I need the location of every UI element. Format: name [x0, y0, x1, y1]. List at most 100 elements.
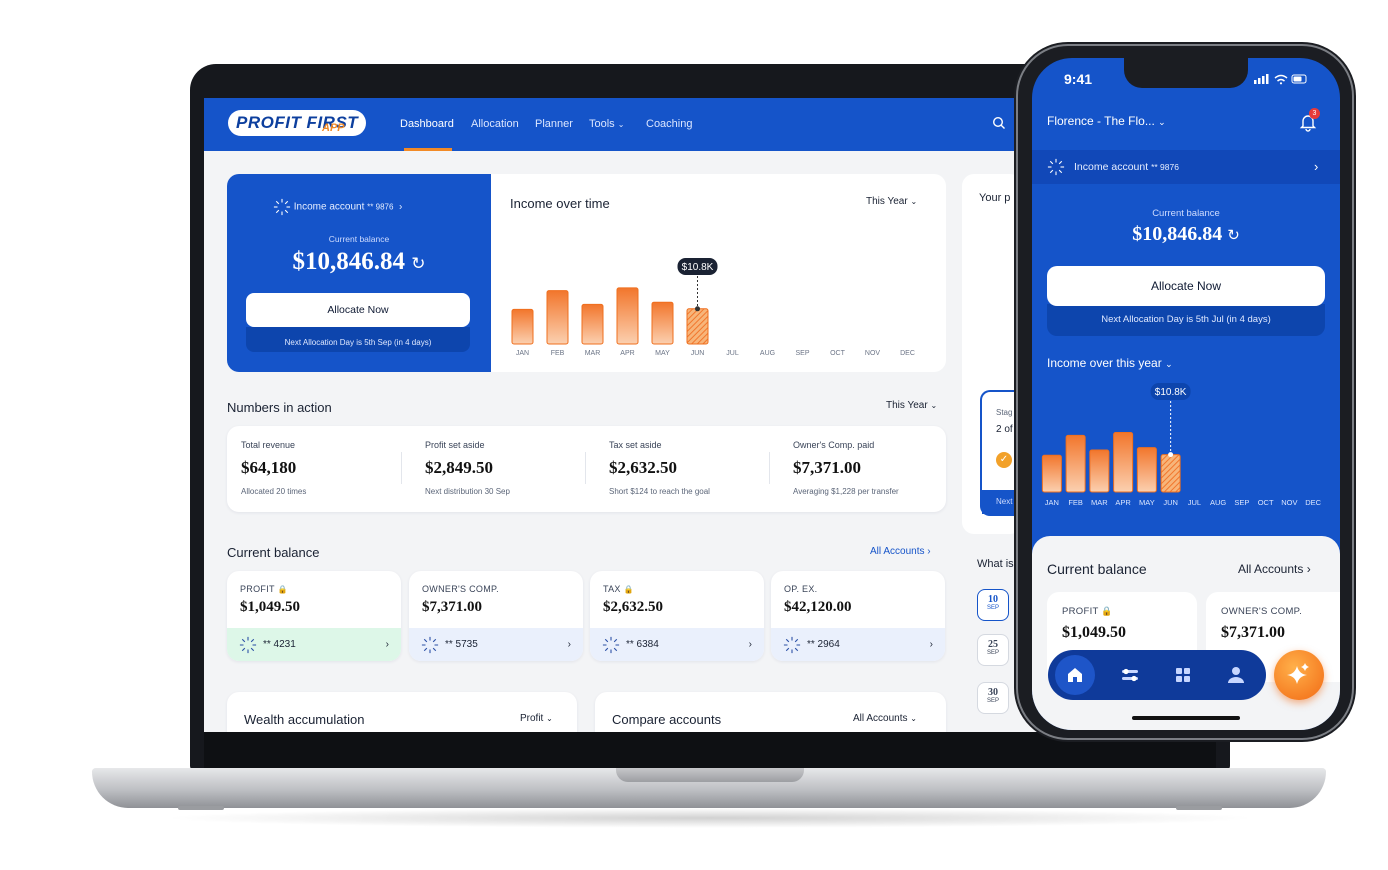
stat-label: Tax set aside	[609, 440, 662, 450]
next-allocation-note: Next Allocation Day is 5th Sep (in 4 day…	[246, 327, 470, 352]
date-month: SEP	[986, 650, 999, 656]
x-tick-label: APR	[1115, 498, 1131, 507]
nav-planner[interactable]: Planner	[535, 118, 573, 130]
account-footer[interactable]: ** 6384 ›	[590, 628, 764, 661]
tab-allocation[interactable]	[1110, 655, 1150, 695]
phone-allocate-now-button[interactable]: Allocate Now	[1047, 266, 1325, 306]
account-card[interactable]: PROFIT 🔒 $1,049.50 ** 4231 ›	[227, 571, 401, 661]
chevron-down-icon: ⌄	[910, 197, 918, 206]
date-day: 25	[988, 639, 998, 650]
nav-tools[interactable]: Tools ⌄	[589, 118, 624, 130]
chevron-down-icon: ⌄	[930, 401, 938, 410]
phone-chart-title: Income over this year	[1047, 356, 1162, 370]
account-footer[interactable]: ** 4231 ›	[227, 628, 401, 661]
refresh-icon[interactable]: ↻	[411, 254, 425, 274]
account-card[interactable]: OP. EX. $42,120.00 ** 2964 ›	[771, 571, 945, 661]
search-icon[interactable]	[992, 116, 1006, 130]
bar-jan[interactable]	[511, 308, 534, 345]
numbers-period-label: This Year	[886, 400, 928, 411]
account-card[interactable]: TAX 🔒 $2,632.50 ** 6384 ›	[590, 571, 764, 661]
allocate-now-button[interactable]: Allocate Now	[246, 293, 470, 327]
sunburst-icon	[602, 636, 620, 654]
x-tick-label: NOV	[1281, 498, 1297, 507]
account-balance: $1,049.50	[240, 599, 300, 615]
divider	[401, 452, 402, 484]
account-mask: ** 5735	[445, 639, 478, 650]
phone-all-accounts-link[interactable]: All Accounts ›	[1238, 562, 1311, 576]
lock-icon: 🔒	[623, 585, 634, 594]
chevron-down-icon: ⌄	[1158, 117, 1166, 127]
chevron-down-icon: ⌄	[910, 714, 917, 723]
sparkle-icon	[1287, 663, 1309, 684]
account-footer[interactable]: ** 5735 ›	[409, 628, 583, 661]
bar-jan[interactable]	[1041, 454, 1062, 493]
wealth-title: Wealth accumulation	[244, 712, 365, 727]
bar-mar[interactable]	[581, 303, 604, 345]
period-dropdown-label: This Year	[866, 196, 908, 207]
bar-apr[interactable]	[1113, 432, 1134, 493]
wealth-filter-dropdown[interactable]: Profit ⌄	[520, 713, 553, 724]
numbers-section-title: Numbers in action	[227, 400, 332, 415]
stat-sub: Short $124 to reach the goal	[609, 487, 710, 496]
bar-feb[interactable]	[1065, 434, 1086, 493]
lock-icon: 🔒	[1101, 607, 1113, 617]
account-footer[interactable]: ** 2964 ›	[771, 628, 945, 661]
tab-profile[interactable]	[1216, 655, 1256, 695]
sliders-icon	[1122, 668, 1138, 682]
home-icon	[1068, 668, 1082, 682]
phone-account-mask: ** 9876	[1151, 162, 1179, 172]
bar-may[interactable]	[1136, 447, 1157, 493]
sunburst-icon	[1047, 158, 1065, 176]
divider	[769, 452, 770, 484]
stat-sub: Next distribution 30 Sep	[425, 487, 510, 496]
bar-mar[interactable]	[1089, 449, 1110, 493]
refresh-icon[interactable]: ↻	[1227, 226, 1240, 244]
notifications-button[interactable]: 3	[1298, 108, 1320, 132]
tab-dashboard[interactable]	[1163, 655, 1203, 695]
nav-allocation[interactable]: Allocation	[471, 118, 519, 130]
tooltip-value: $10.8K	[1155, 387, 1187, 398]
chevron-down-icon: ⌄	[617, 120, 625, 129]
account-label-text: OP. EX.	[784, 584, 818, 594]
app-logo[interactable]: PROFIT FIRST	[228, 110, 367, 136]
app-logo-suffix: APP	[322, 122, 345, 134]
status-icons	[1254, 74, 1307, 85]
x-tick-label: MAY	[655, 350, 670, 357]
phone-account-label: Income account	[1074, 161, 1149, 173]
nav-tools-label: Tools	[589, 118, 615, 130]
stat-label: Profit set aside	[425, 440, 485, 450]
compare-title: Compare accounts	[612, 712, 722, 727]
income-account-link[interactable]: Income account ** 9876 ›	[273, 198, 402, 216]
account-card[interactable]: OWNER'S COMP. $7,371.00 ** 5735 ›	[409, 571, 583, 661]
business-switcher[interactable]: Florence - The Flo... ⌄	[1047, 114, 1166, 128]
phone-acc-label: OWNER'S COMP.	[1221, 606, 1303, 617]
phone-income-account-row[interactable]: Income account ** 9876 ›	[1032, 150, 1340, 184]
bar-jun[interactable]	[686, 308, 709, 345]
phone-chart-dropdown[interactable]: Income over this year ⌄	[1047, 356, 1173, 370]
stat-profit-set-aside: Profit set aside $2,849.50 Next distribu…	[425, 440, 585, 496]
current-balance-value: $10,846.84 ↻	[227, 248, 491, 276]
account-label: OP. EX.	[784, 584, 817, 594]
tab-home[interactable]	[1055, 655, 1095, 695]
profile-icon	[1228, 667, 1244, 683]
nav-coaching[interactable]: Coaching	[646, 118, 692, 130]
compare-filter-dropdown[interactable]: All Accounts ⌄	[853, 713, 917, 724]
x-tick-label: SEP	[1234, 498, 1249, 507]
home-indicator	[1132, 716, 1240, 720]
period-dropdown[interactable]: This Year ⌄	[866, 196, 917, 207]
bar-may[interactable]	[651, 301, 674, 345]
chevron-right-icon: ›	[385, 639, 389, 650]
nav-dashboard[interactable]: Dashboard	[400, 118, 454, 130]
x-tick-label: FEB	[551, 350, 565, 357]
all-accounts-link[interactable]: All Accounts ›	[870, 546, 931, 557]
ai-assistant-button[interactable]	[1274, 650, 1324, 700]
date-month: SEP	[986, 698, 999, 704]
divider	[585, 452, 586, 484]
bar-apr[interactable]	[616, 287, 639, 345]
numbers-period-dropdown[interactable]: This Year ⌄	[886, 400, 937, 411]
bar-feb[interactable]	[546, 290, 569, 345]
stage-label: Stag	[996, 408, 1013, 417]
x-tick-label: FEB	[1068, 498, 1083, 507]
account-mask: ** 6384	[626, 639, 659, 650]
bar-jun[interactable]	[1160, 454, 1181, 493]
